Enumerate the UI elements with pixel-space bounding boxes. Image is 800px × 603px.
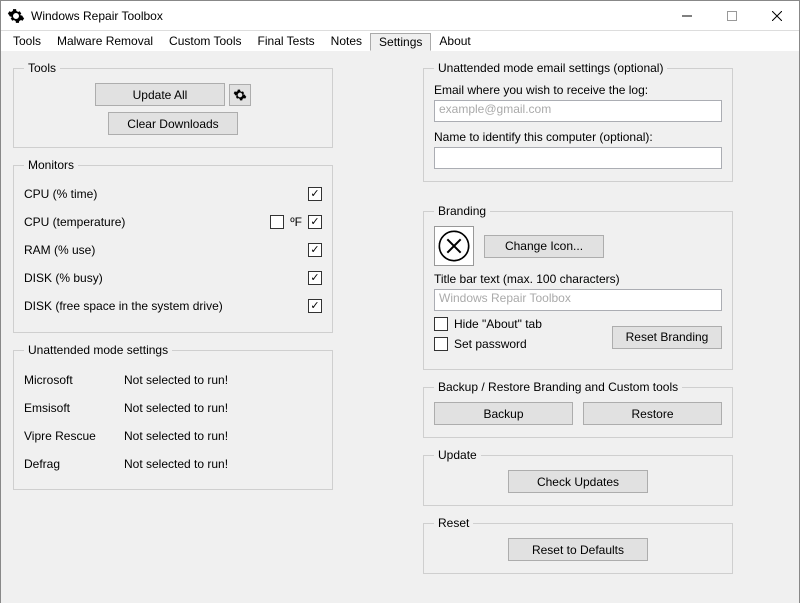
close-button[interactable] — [754, 1, 799, 30]
reset-branding-button[interactable]: Reset Branding — [612, 326, 722, 349]
restore-button[interactable]: Restore — [583, 402, 722, 425]
monitor-checkbox-0[interactable] — [308, 187, 322, 201]
unattended-name-0: Microsoft — [24, 373, 124, 387]
unattended-status-3: Not selected to run! — [124, 457, 322, 471]
monitor-extra-checkbox-1[interactable] — [270, 215, 284, 229]
backup-group: Backup / Restore Branding and Custom too… — [423, 380, 733, 438]
set-password-checkbox[interactable] — [434, 337, 448, 351]
clear-downloads-button[interactable]: Clear Downloads — [108, 112, 238, 135]
monitor-label-1: CPU (temperature) — [24, 215, 125, 229]
unattended-name-3: Defrag — [24, 457, 124, 471]
monitor-label-2: RAM (% use) — [24, 243, 95, 257]
unattended-group: Unattended mode settings MicrosoftNot se… — [13, 343, 333, 490]
tab-malware-removal[interactable]: Malware Removal — [49, 33, 161, 49]
tools-group: Tools Update All Clear Downloads — [13, 61, 333, 148]
tools-icon — [438, 230, 470, 262]
maximize-button[interactable] — [709, 1, 754, 30]
branding-legend: Branding — [434, 204, 490, 218]
tab-notes[interactable]: Notes — [323, 33, 370, 49]
hide-about-label: Hide "About" tab — [454, 317, 542, 331]
update-legend: Update — [434, 448, 481, 462]
titlebar-text-label: Title bar text (max. 100 characters) — [434, 272, 722, 286]
hide-about-checkbox[interactable] — [434, 317, 448, 331]
reset-defaults-button[interactable]: Reset to Defaults — [508, 538, 648, 561]
monitor-checkbox-4[interactable] — [308, 299, 322, 313]
titlebar-text-input[interactable]: Windows Repair Toolbox — [434, 289, 722, 311]
tab-final-tests[interactable]: Final Tests — [250, 33, 323, 49]
tab-settings[interactable]: Settings — [370, 33, 431, 51]
monitor-extra-label-1: ºF — [290, 215, 302, 229]
check-updates-button[interactable]: Check Updates — [508, 470, 648, 493]
monitors-legend: Monitors — [24, 158, 78, 172]
monitor-checkbox-3[interactable] — [308, 271, 322, 285]
unattended-name-1: Emsisoft — [24, 401, 124, 415]
computer-name-input[interactable] — [434, 147, 722, 169]
tab-tools[interactable]: Tools — [5, 33, 49, 49]
update-all-button[interactable]: Update All — [95, 83, 225, 106]
unattended-status-2: Not selected to run! — [124, 429, 322, 443]
email-label: Email where you wish to receive the log: — [434, 83, 722, 97]
tab-about[interactable]: About — [431, 33, 478, 49]
branding-group: Branding Change Icon... Title bar text (… — [423, 204, 733, 370]
email-legend: Unattended mode email settings (optional… — [434, 61, 667, 75]
app-icon — [7, 7, 25, 25]
tabstrip: Tools Malware Removal Custom Tools Final… — [1, 31, 799, 51]
tab-custom-tools[interactable]: Custom Tools — [161, 33, 249, 49]
window-title: Windows Repair Toolbox — [31, 9, 664, 23]
email-input[interactable]: example@gmail.com — [434, 100, 722, 122]
email-group: Unattended mode email settings (optional… — [423, 61, 733, 182]
gear-icon — [233, 88, 247, 102]
change-icon-button[interactable]: Change Icon... — [484, 235, 604, 258]
unattended-status-0: Not selected to run! — [124, 373, 322, 387]
titlebar: Windows Repair Toolbox — [1, 1, 799, 31]
monitor-label-4: DISK (free space in the system drive) — [24, 299, 223, 313]
monitors-group: Monitors CPU (% time) CPU (temperature) ºF… — [13, 158, 333, 333]
set-password-label: Set password — [454, 337, 527, 351]
branding-icon-preview — [434, 226, 474, 266]
backup-legend: Backup / Restore Branding and Custom too… — [434, 380, 682, 394]
monitor-label-3: DISK (% busy) — [24, 271, 103, 285]
monitor-label-0: CPU (% time) — [24, 187, 97, 201]
computer-name-label: Name to identify this computer (optional… — [434, 130, 722, 144]
reset-group: Reset Reset to Defaults — [423, 516, 733, 574]
unattended-status-1: Not selected to run! — [124, 401, 322, 415]
backup-button[interactable]: Backup — [434, 402, 573, 425]
unattended-name-2: Vipre Rescue — [24, 429, 124, 443]
content-area: Tools Update All Clear Downloads Monitor… — [1, 51, 799, 603]
unattended-legend: Unattended mode settings — [24, 343, 172, 357]
monitor-checkbox-2[interactable] — [308, 243, 322, 257]
reset-legend: Reset — [434, 516, 473, 530]
minimize-button[interactable] — [664, 1, 709, 30]
update-settings-button[interactable] — [229, 84, 251, 106]
tools-legend: Tools — [24, 61, 60, 75]
monitor-checkbox-1[interactable] — [308, 215, 322, 229]
update-group: Update Check Updates — [423, 448, 733, 506]
